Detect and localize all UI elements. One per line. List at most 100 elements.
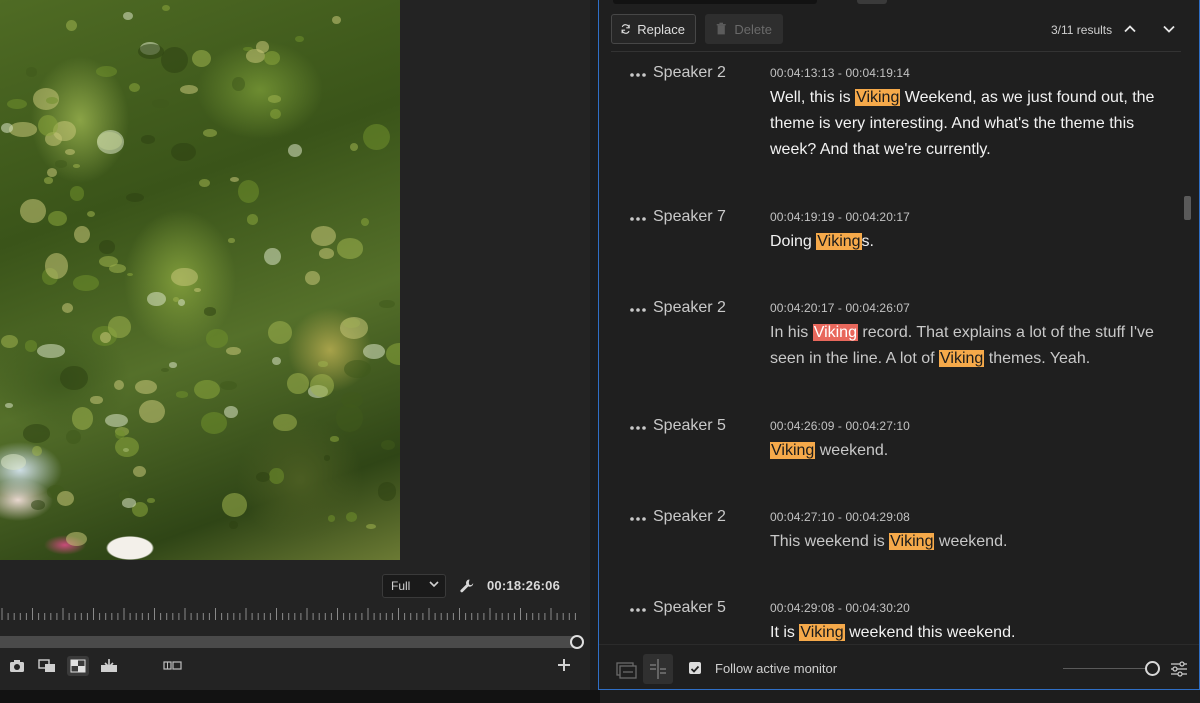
more-options-icon[interactable] <box>629 72 647 78</box>
replace-button[interactable]: Replace <box>611 14 696 44</box>
foliage-spot <box>267 321 293 345</box>
more-options-icon[interactable] <box>629 516 647 522</box>
foliage-spot <box>366 523 377 529</box>
wrench-icon[interactable] <box>458 577 476 595</box>
text-size-slider-handle[interactable] <box>1145 661 1160 676</box>
playback-bar[interactable] <box>0 636 574 648</box>
more-options-icon[interactable] <box>629 607 647 613</box>
zoom-level-select[interactable]: Full <box>382 574 446 598</box>
foliage-spot <box>311 226 337 247</box>
find-input[interactable] <box>613 0 817 4</box>
text-run: In his <box>770 324 813 341</box>
more-options-icon[interactable] <box>629 216 647 222</box>
segment-text[interactable]: Viking weekend. <box>770 438 1162 464</box>
foliage-spot <box>269 468 284 484</box>
scrollbar-thumb[interactable] <box>1184 196 1191 220</box>
current-search-match[interactable]: Viking <box>812 324 858 341</box>
video-preview[interactable] <box>0 0 400 560</box>
speaker-name[interactable]: Speaker 2 <box>653 299 726 317</box>
compare-icon[interactable] <box>67 656 89 676</box>
segment-timecode[interactable]: 00:04:19:19 - 00:04:20:17 <box>770 210 910 224</box>
foliage-spot <box>115 437 140 458</box>
time-ruler[interactable] <box>0 604 585 624</box>
foliage-spot <box>61 302 73 313</box>
text-size-slider-track[interactable] <box>1063 668 1145 669</box>
foliage-spot <box>168 362 177 368</box>
search-match[interactable]: Viking <box>889 533 935 550</box>
segment-timecode[interactable]: 00:04:27:10 - 00:04:29:08 <box>770 510 910 524</box>
foliage-spot <box>232 77 245 91</box>
follow-monitor-label[interactable]: Follow active monitor <box>715 661 837 676</box>
segment-timecode[interactable]: 00:04:13:13 - 00:04:19:14 <box>770 66 910 80</box>
foliage-spot <box>66 429 81 444</box>
follow-monitor-checkbox[interactable] <box>689 662 701 674</box>
segment-text[interactable]: Well, this is Viking Weekend, as we just… <box>770 85 1162 163</box>
foliage-spot <box>139 399 165 423</box>
find-options-button[interactable] <box>857 0 887 4</box>
foliage-spot <box>287 373 309 395</box>
camera-icon[interactable] <box>6 656 28 676</box>
search-match[interactable]: Viking <box>799 624 845 641</box>
foliage-spot <box>160 367 169 372</box>
more-options-icon[interactable] <box>629 425 647 431</box>
playhead-timecode[interactable]: 00:18:26:06 <box>487 578 560 593</box>
foliage-spot <box>4 403 14 408</box>
foliage-spot <box>310 373 335 397</box>
more-options-icon[interactable] <box>629 307 647 313</box>
foliage-spot <box>263 51 281 65</box>
foliage-spot <box>60 365 88 391</box>
multicam-icon[interactable] <box>162 656 184 676</box>
foliage-spot <box>386 342 400 365</box>
text-run: weekend. <box>815 442 889 459</box>
speaker-name[interactable]: Speaker 2 <box>653 508 726 526</box>
chevron-down-icon[interactable] <box>1162 22 1176 36</box>
segment-text[interactable]: In his Viking record. That explains a lo… <box>770 320 1162 372</box>
search-match[interactable]: Viking <box>816 233 862 250</box>
foliage-spot <box>72 164 81 169</box>
foliage-spot <box>54 160 68 168</box>
segment-timecode[interactable]: 00:04:20:17 - 00:04:26:07 <box>770 301 910 315</box>
segment-text[interactable]: It is Viking weekend this weekend. <box>770 620 1162 642</box>
segment-timecode[interactable]: 00:04:26:09 - 00:04:27:10 <box>770 419 910 433</box>
playhead-handle[interactable] <box>570 635 584 649</box>
foliage-spot <box>46 167 58 177</box>
speaker-name[interactable]: Speaker 2 <box>653 64 726 82</box>
speaker-name[interactable]: Speaker 7 <box>653 208 726 226</box>
delete-button[interactable]: Delete <box>705 14 783 44</box>
foliage-spot <box>128 82 140 93</box>
export-frame-icon[interactable] <box>98 656 120 676</box>
overlay-icon[interactable] <box>36 656 58 676</box>
foliage-spot <box>264 247 282 266</box>
segment-text[interactable]: Doing Vikings. <box>770 229 1162 255</box>
transcript-list[interactable]: Speaker 2 00:04:13:13 - 00:04:19:14 Well… <box>599 52 1183 642</box>
foliage-spot <box>229 177 240 183</box>
speaker-name[interactable]: Speaker 5 <box>653 417 726 435</box>
search-match[interactable]: Viking <box>770 442 816 459</box>
split-segment-button[interactable] <box>643 654 673 684</box>
foliage-spot <box>224 405 239 419</box>
chevron-up-icon[interactable] <box>1123 22 1137 36</box>
foliage-spot <box>72 275 99 292</box>
foliage-spot <box>331 15 341 24</box>
add-icon[interactable] <box>557 658 571 672</box>
search-match[interactable]: Viking <box>855 89 901 106</box>
foliage-spot <box>160 46 188 73</box>
foliage-spot <box>381 439 395 450</box>
trash-icon <box>716 22 726 35</box>
foliage-spot <box>121 498 137 508</box>
foliage-spot <box>132 465 147 478</box>
segment-text[interactable]: This weekend is Viking weekend. <box>770 529 1162 555</box>
foliage-spot <box>295 36 304 43</box>
segment-timecode[interactable]: 00:04:29:08 - 00:04:30:20 <box>770 601 910 615</box>
foliage-spot <box>335 403 363 433</box>
foliage-spot <box>65 148 75 155</box>
captions-icon[interactable] <box>615 658 637 680</box>
text-run: s. <box>861 233 874 250</box>
search-match[interactable]: Viking <box>939 350 985 367</box>
foliage-spot <box>273 413 297 432</box>
foliage-spot <box>32 445 42 456</box>
speaker-name[interactable]: Speaker 5 <box>653 599 726 617</box>
foliage-spot <box>225 346 242 356</box>
settings-sliders-icon[interactable] <box>1169 659 1189 679</box>
foliage-spot <box>37 343 65 358</box>
